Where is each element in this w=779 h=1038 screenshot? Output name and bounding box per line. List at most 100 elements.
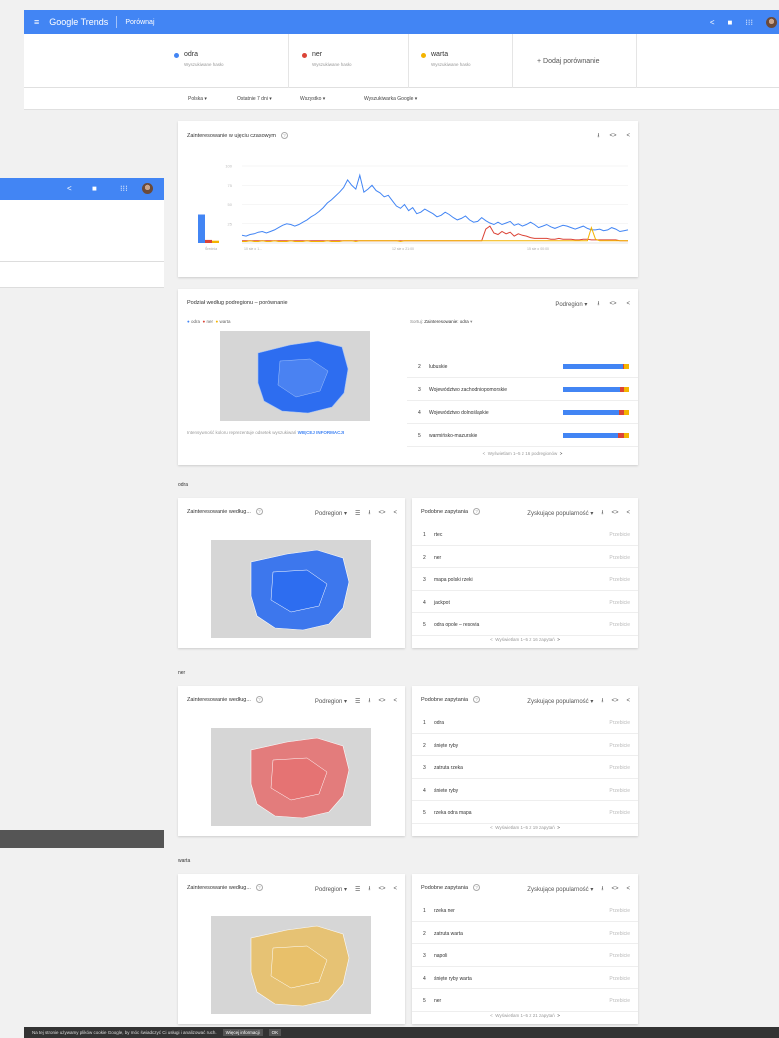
embed-icon[interactable]: <> bbox=[378, 510, 385, 516]
share-icon[interactable]: < bbox=[393, 510, 397, 516]
download-icon[interactable]: ⭳ bbox=[368, 696, 370, 706]
rising-select[interactable]: Zyskujące popularność ▾ bbox=[527, 510, 593, 517]
avatar[interactable] bbox=[142, 183, 153, 194]
pagination[interactable]: < Wyświetlam 1–5 z 16 podregionów > bbox=[407, 451, 638, 456]
embed-icon[interactable]: <> bbox=[611, 886, 618, 892]
pagination[interactable]: < Wyświetlam 1–5 z 16 zapytań > bbox=[412, 637, 638, 642]
table-row[interactable]: 2 lubuskie bbox=[407, 355, 638, 378]
share-icon[interactable]: < bbox=[710, 18, 715, 27]
table-row[interactable]: 3 Województwo zachodniopomorskie bbox=[407, 378, 638, 401]
help-icon[interactable]: ? bbox=[255, 696, 263, 703]
menu-icon[interactable]: ≡ bbox=[34, 17, 39, 27]
term-warta[interactable]: warta Wyszukiwane hasło bbox=[421, 51, 531, 75]
list-item[interactable]: 4 jackpot Przebicie bbox=[412, 591, 638, 613]
list-item[interactable]: 3 zatruta rzeka Przebicie bbox=[412, 756, 638, 779]
list-item[interactable]: 2 śnięte ryby Przebicie bbox=[412, 734, 638, 756]
help-icon[interactable]: ? bbox=[255, 508, 263, 515]
card-toolbar: Podregion ▾ ☰ ⭳ <> < bbox=[315, 884, 397, 894]
list-item[interactable]: 2 zatruta warta Przebicie bbox=[412, 922, 638, 944]
share-icon[interactable]: < bbox=[626, 510, 630, 516]
y-tick-label: 100 bbox=[225, 164, 232, 169]
subregion-select[interactable]: Podregion ▾ bbox=[555, 301, 587, 308]
help-icon[interactable]: ? bbox=[255, 884, 263, 891]
series-line-odra bbox=[241, 173, 629, 237]
list-item[interactable]: 3 napoli Przebicie bbox=[412, 944, 638, 967]
query-text: rtec bbox=[434, 532, 443, 538]
share-bar bbox=[563, 410, 629, 415]
list-item[interactable]: 5 rzeka odra mapa Przebicie bbox=[412, 801, 638, 824]
embed-icon[interactable]: <> bbox=[378, 886, 385, 892]
share-icon[interactable]: < bbox=[67, 184, 72, 193]
cookie-ok-button[interactable]: OK bbox=[268, 1029, 282, 1036]
embed-icon[interactable]: <> bbox=[611, 698, 618, 704]
list-item[interactable]: 2 ner Przebicie bbox=[412, 546, 638, 568]
country-filter[interactable]: Polska ▾ bbox=[188, 96, 207, 102]
query-text: śnięte ryby bbox=[434, 742, 459, 749]
download-icon[interactable]: ⭳ bbox=[368, 884, 370, 894]
embed-icon[interactable]: <> bbox=[611, 510, 618, 516]
download-icon[interactable]: ⭳ bbox=[601, 884, 603, 894]
rising-select[interactable]: Zyskujące popularność ▾ bbox=[527, 698, 593, 705]
interest-by-subregion-card: Zainteresowanie według...? Podregion ▾ ☰… bbox=[178, 874, 405, 1024]
feedback-icon[interactable]: ■ bbox=[92, 184, 97, 193]
query-text: mapa polski rzeki bbox=[434, 577, 473, 583]
search-type-filter[interactable]: Wyszukiwarka Google ▾ bbox=[364, 96, 417, 102]
embed-icon[interactable]: <> bbox=[609, 301, 616, 307]
sort-control[interactable]: Sortuj: Zainteresowanie: odra ▾ bbox=[410, 319, 472, 325]
subregion-select[interactable]: Podregion ▾ bbox=[315, 698, 347, 705]
cookie-more-info-button[interactable]: Więcej informacji bbox=[222, 1029, 263, 1036]
more-info-link[interactable]: WIĘCEJ INFORMACJI bbox=[298, 430, 345, 435]
pagination[interactable]: < Wyświetlam 1–5 z 19 zapytań > bbox=[412, 825, 638, 830]
overlay-window-compare-bar bbox=[0, 200, 164, 262]
avatar[interactable] bbox=[766, 16, 777, 28]
term-section-label: warta bbox=[178, 858, 191, 864]
subregion-map bbox=[220, 331, 370, 421]
list-item[interactable]: 4 śniete ryby Przebicie bbox=[412, 779, 638, 801]
app-logo[interactable]: Google Trends bbox=[49, 17, 108, 27]
list-view-icon[interactable]: ☰ bbox=[355, 698, 360, 705]
subregion-select[interactable]: Podregion ▾ bbox=[315, 886, 347, 893]
download-icon[interactable]: ⭳ bbox=[368, 508, 370, 518]
share-icon[interactable]: < bbox=[626, 886, 630, 892]
feedback-icon[interactable]: ■ bbox=[728, 18, 733, 27]
download-icon[interactable]: ⭳ bbox=[601, 696, 603, 706]
download-icon[interactable]: ⭳ bbox=[601, 508, 603, 518]
header-actions: < ■ ⁝⁝⁝ bbox=[710, 16, 777, 28]
list-item[interactable]: 1 rtec Przebicie bbox=[412, 523, 638, 546]
query-value: Przebicie bbox=[609, 720, 630, 726]
list-item[interactable]: 3 mapa polski rzeki Przebicie bbox=[412, 568, 638, 591]
filter-bar: Polska ▾ Ostatnie 7 dni ▾ Wszystko ▾ Wys… bbox=[24, 88, 779, 110]
table-row[interactable]: 5 warmińsko-mazurskie bbox=[407, 424, 638, 447]
download-icon[interactable]: ⭳ bbox=[597, 299, 599, 309]
help-icon[interactable]: ? bbox=[473, 508, 481, 515]
list-view-icon[interactable]: ☰ bbox=[355, 886, 360, 893]
list-item[interactable]: 4 śnięte ryby warta Przebicie bbox=[412, 967, 638, 989]
share-icon[interactable]: < bbox=[626, 698, 630, 704]
help-icon[interactable]: ? bbox=[473, 884, 481, 891]
category-filter[interactable]: Wszystko ▾ bbox=[300, 96, 325, 102]
rising-select[interactable]: Zyskujące popularność ▾ bbox=[527, 886, 593, 893]
table-row[interactable]: 4 Województwo dolnośląskie bbox=[407, 401, 638, 424]
apps-icon[interactable]: ⁝⁝⁝ bbox=[745, 18, 753, 27]
help-icon[interactable]: ? bbox=[473, 696, 481, 703]
add-comparison-button[interactable]: + Dodaj porównanie bbox=[537, 58, 599, 65]
subregion-select[interactable]: Podregion ▾ bbox=[315, 510, 347, 517]
share-icon[interactable]: < bbox=[393, 698, 397, 704]
list-item[interactable]: 5 ner Przebicie bbox=[412, 989, 638, 1012]
list-item[interactable]: 5 odra opole – resovia Przebicie bbox=[412, 613, 638, 636]
share-segment-odra bbox=[563, 433, 619, 438]
share-icon[interactable]: < bbox=[393, 886, 397, 892]
term-ner[interactable]: ner Wyszukiwane hasło bbox=[302, 51, 412, 75]
share-icon[interactable]: < bbox=[626, 301, 630, 307]
list-item[interactable]: 1 rzeka ner Przebicie bbox=[412, 899, 638, 922]
term-odra[interactable]: odra Wyszukiwane hasło bbox=[174, 51, 284, 75]
x-tick-label: 15 sie o 00:00 bbox=[527, 247, 549, 251]
apps-icon[interactable]: ⁝⁝⁝ bbox=[120, 184, 128, 193]
card-toolbar: Zyskujące popularność ▾ ⭳ <> < bbox=[527, 884, 630, 894]
list-view-icon[interactable]: ☰ bbox=[355, 510, 360, 517]
pagination[interactable]: < Wyświetlam 1–5 z 21 zapytań > bbox=[412, 1013, 638, 1018]
period-filter[interactable]: Ostatnie 7 dni ▾ bbox=[237, 96, 272, 102]
subregion-comparison-card: Podział według podregionu – porównanie P… bbox=[178, 289, 638, 465]
embed-icon[interactable]: <> bbox=[378, 698, 385, 704]
list-item[interactable]: 1 odra Przebicie bbox=[412, 711, 638, 734]
